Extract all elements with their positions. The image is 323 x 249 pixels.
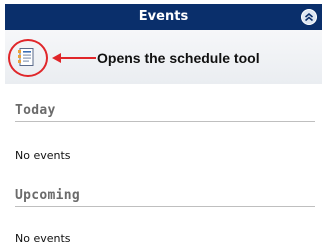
schedule-tool-button[interactable] xyxy=(17,47,35,67)
events-widget: Events Opens the schedule tool Today No … xyxy=(0,0,323,249)
upcoming-heading: Upcoming xyxy=(15,188,81,203)
annotation-arrow xyxy=(52,53,96,63)
calendar-list-icon xyxy=(18,48,34,66)
today-divider xyxy=(15,121,315,122)
upcoming-divider xyxy=(15,206,315,207)
collapse-button[interactable] xyxy=(301,9,317,25)
upcoming-empty-text: No events xyxy=(15,232,71,245)
events-toolbar: Opens the schedule tool xyxy=(5,30,322,84)
events-title: Events xyxy=(138,9,189,24)
annotation-label: Opens the schedule tool xyxy=(97,50,260,66)
today-empty-text: No events xyxy=(15,149,71,162)
today-heading: Today xyxy=(15,103,56,118)
chevron-double-up-icon xyxy=(304,12,314,22)
events-header: Events xyxy=(5,4,322,30)
